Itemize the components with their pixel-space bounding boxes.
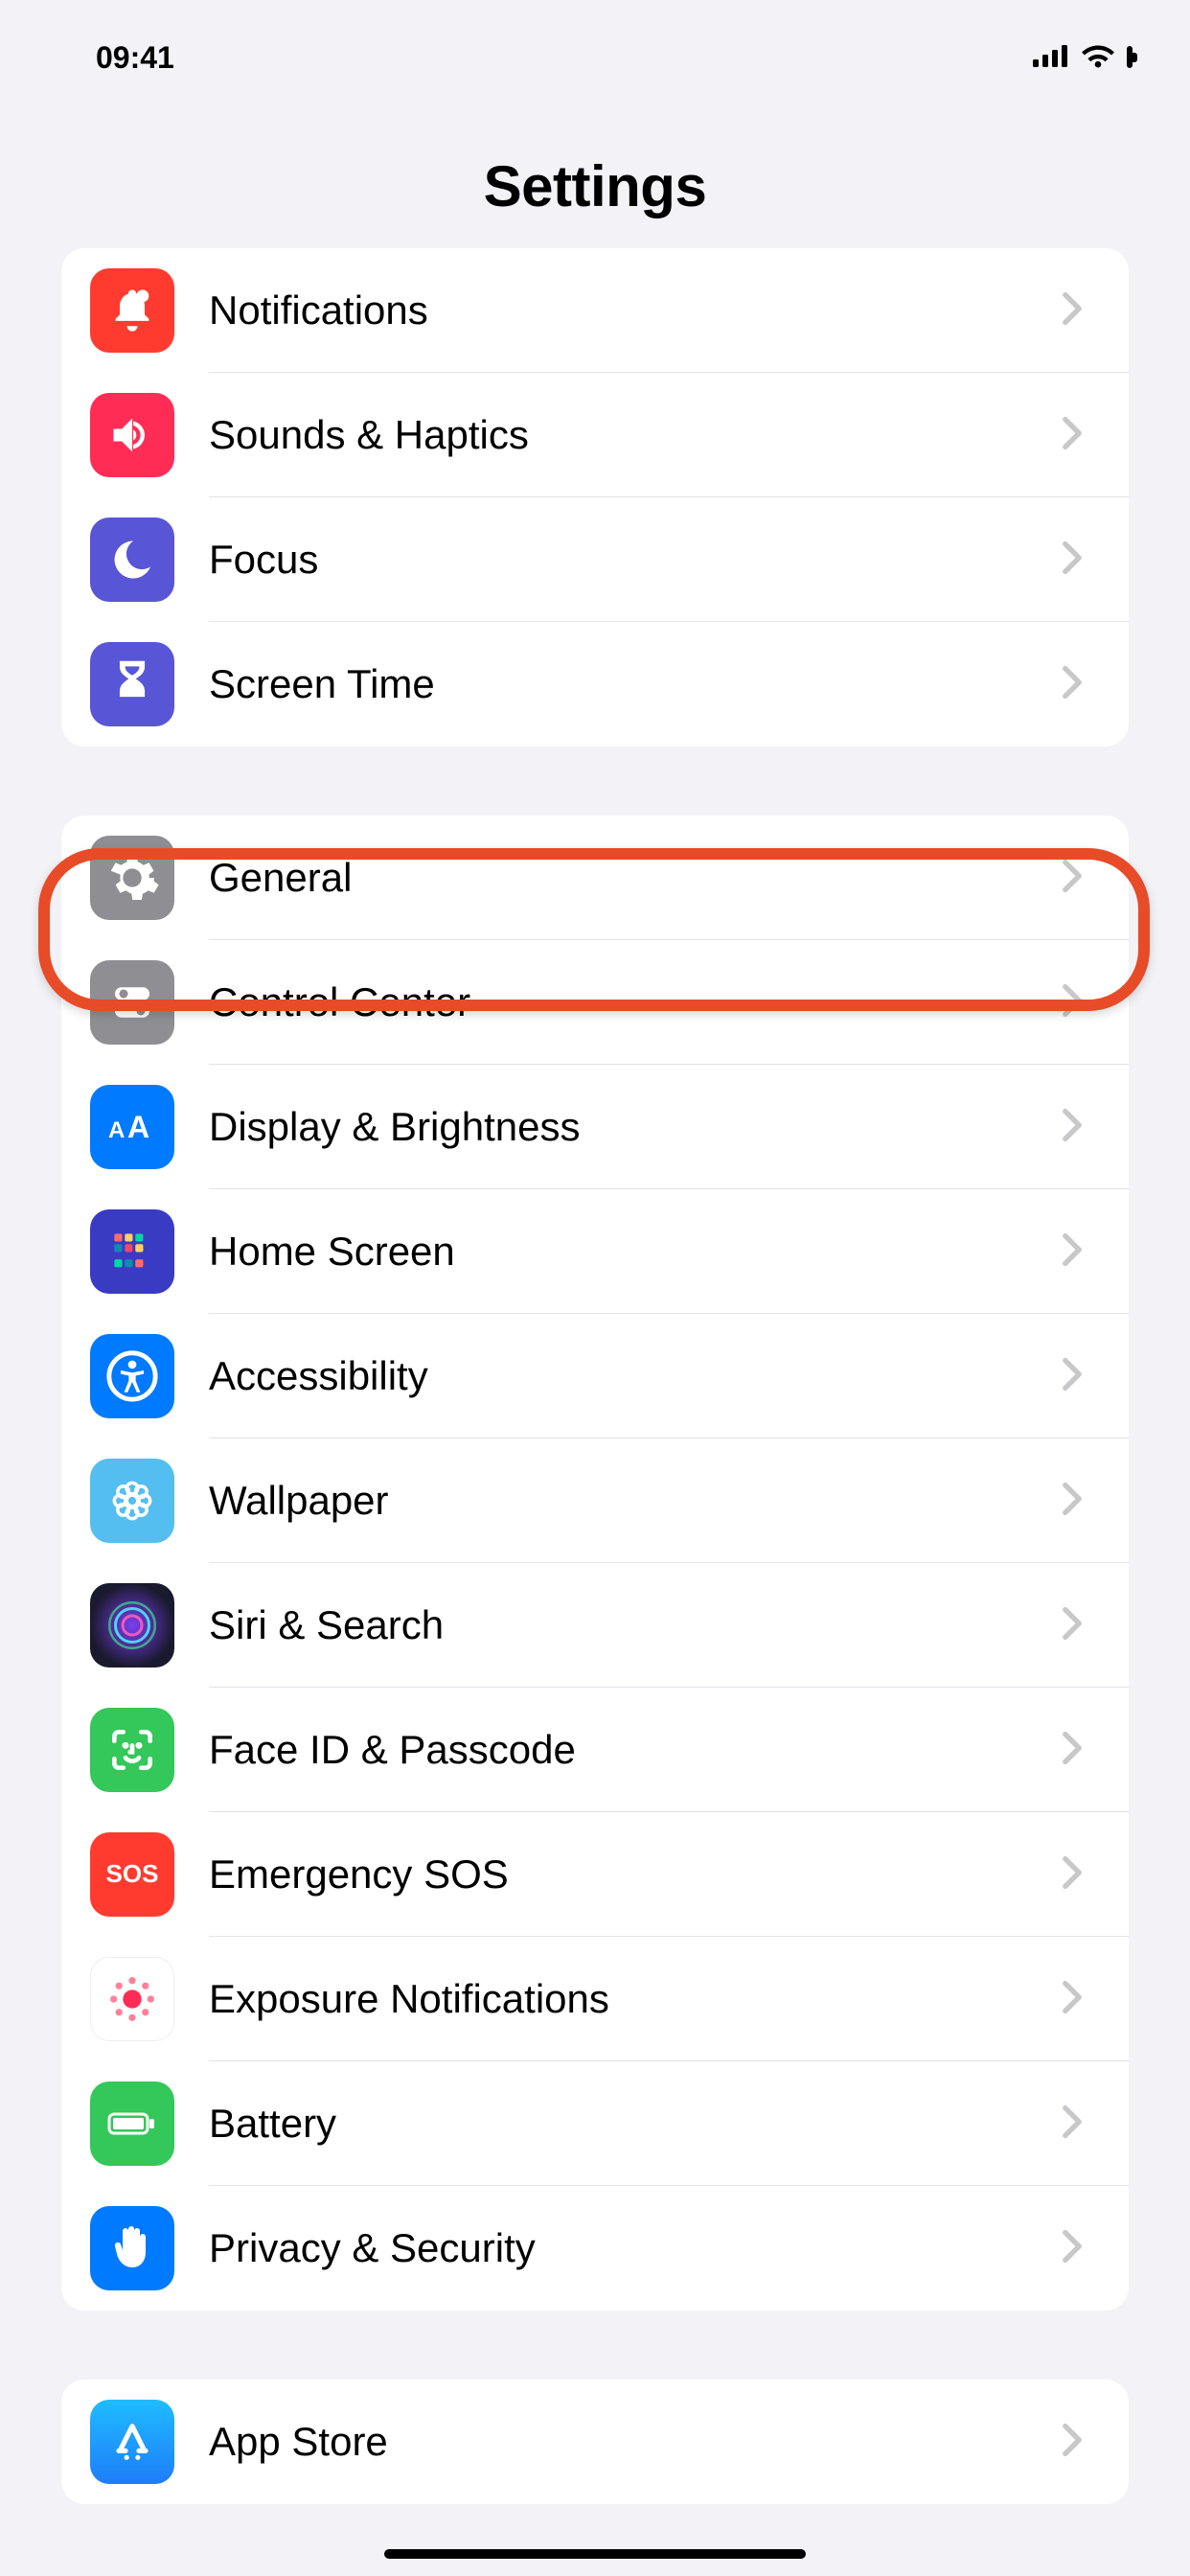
svg-text:SOS: SOS xyxy=(106,1859,159,1888)
row-homescreen-label: Home Screen xyxy=(209,1229,1062,1275)
chevron-right-icon xyxy=(1062,1108,1100,1146)
row-privacy[interactable]: Privacy & Security xyxy=(61,2186,1129,2311)
chevron-right-icon xyxy=(1062,540,1100,579)
toggles-icon xyxy=(90,960,174,1045)
gear-icon xyxy=(90,836,174,920)
row-general-label: General xyxy=(209,855,1062,901)
row-wallpaper[interactable]: Wallpaper xyxy=(61,1438,1129,1563)
settings-group-notifications: Notifications Sounds & Haptics Focus Scr… xyxy=(61,248,1129,747)
bell-icon xyxy=(90,268,174,353)
row-wallpaper-label: Wallpaper xyxy=(209,1478,1062,1524)
row-exposure-label: Exposure Notifications xyxy=(209,1976,1062,2022)
chevron-right-icon xyxy=(1062,665,1100,703)
wifi-icon xyxy=(1081,43,1115,73)
row-screentime-label: Screen Time xyxy=(209,661,1062,707)
row-faceid-label: Face ID & Passcode xyxy=(209,1727,1062,1773)
row-battery-label: Battery xyxy=(209,2101,1062,2147)
row-screentime[interactable]: Screen Time xyxy=(61,622,1129,747)
row-exposure[interactable]: Exposure Notifications xyxy=(61,1937,1129,2061)
row-siri-label: Siri & Search xyxy=(209,1602,1062,1648)
flower-icon xyxy=(90,1459,174,1543)
chevron-right-icon xyxy=(1062,1482,1100,1520)
row-controlcenter-label: Control Center xyxy=(209,979,1062,1025)
exposure-icon xyxy=(90,1957,174,2041)
status-bar: 09:41 xyxy=(0,0,1190,115)
chevron-right-icon xyxy=(1062,2423,1100,2461)
hand-icon xyxy=(90,2206,174,2290)
chevron-right-icon xyxy=(1062,291,1100,330)
aa-icon: AA xyxy=(90,1085,174,1169)
chevron-right-icon xyxy=(1062,2104,1100,2143)
row-notifications[interactable]: Notifications xyxy=(61,248,1129,373)
row-sos-label: Emergency SOS xyxy=(209,1852,1062,1898)
chevron-right-icon xyxy=(1062,859,1100,897)
grid-icon xyxy=(90,1209,174,1294)
row-battery[interactable]: Battery xyxy=(61,2061,1129,2186)
chevron-right-icon xyxy=(1062,2229,1100,2267)
chevron-right-icon xyxy=(1062,1606,1100,1644)
siri-icon xyxy=(90,1583,174,1668)
status-indicators xyxy=(1033,43,1133,73)
row-general[interactable]: General xyxy=(61,816,1129,940)
row-notifications-label: Notifications xyxy=(209,288,1062,334)
row-sounds-label: Sounds & Haptics xyxy=(209,412,1062,458)
battery-icon xyxy=(1127,49,1133,66)
sos-icon: SOS xyxy=(90,1832,174,1917)
settings-group-appstore: App Store xyxy=(61,2380,1129,2504)
home-indicator[interactable] xyxy=(384,2549,806,2559)
row-siri[interactable]: Siri & Search xyxy=(61,1563,1129,1688)
page-header: Settings xyxy=(0,115,1190,248)
row-privacy-label: Privacy & Security xyxy=(209,2225,1062,2271)
settings-group-general: General Control Center AA Display & Brig… xyxy=(61,816,1129,2311)
page-title: Settings xyxy=(0,153,1190,219)
row-accessibility-label: Accessibility xyxy=(209,1353,1062,1399)
chevron-right-icon xyxy=(1062,1731,1100,1769)
row-appstore[interactable]: App Store xyxy=(61,2380,1129,2504)
chevron-right-icon xyxy=(1062,1357,1100,1395)
row-appstore-label: App Store xyxy=(209,2419,1062,2465)
chevron-right-icon xyxy=(1062,1232,1100,1271)
hourglass-icon xyxy=(90,642,174,726)
settings-list[interactable]: Notifications Sounds & Haptics Focus Scr… xyxy=(0,248,1190,2504)
chevron-right-icon xyxy=(1062,1980,1100,2018)
appstore-icon xyxy=(90,2400,174,2484)
row-sounds[interactable]: Sounds & Haptics xyxy=(61,373,1129,497)
row-display-label: Display & Brightness xyxy=(209,1104,1062,1150)
row-controlcenter[interactable]: Control Center xyxy=(61,940,1129,1065)
row-focus[interactable]: Focus xyxy=(61,497,1129,622)
cellular-icon xyxy=(1033,44,1069,72)
row-display[interactable]: AA Display & Brightness xyxy=(61,1065,1129,1189)
row-sos[interactable]: SOS Emergency SOS xyxy=(61,1812,1129,1937)
chevron-right-icon xyxy=(1062,1855,1100,1894)
chevron-right-icon xyxy=(1062,416,1100,454)
row-homescreen[interactable]: Home Screen xyxy=(61,1189,1129,1314)
svg-text:A: A xyxy=(127,1110,149,1144)
row-accessibility[interactable]: Accessibility xyxy=(61,1314,1129,1438)
battery-icon xyxy=(90,2082,174,2166)
moon-icon xyxy=(90,518,174,602)
status-time: 09:41 xyxy=(96,40,174,76)
chevron-right-icon xyxy=(1062,983,1100,1022)
faceid-icon xyxy=(90,1708,174,1792)
svg-text:A: A xyxy=(108,1117,125,1143)
speaker-icon xyxy=(90,393,174,477)
row-faceid[interactable]: Face ID & Passcode xyxy=(61,1688,1129,1812)
accessibility-icon xyxy=(90,1334,174,1418)
row-focus-label: Focus xyxy=(209,537,1062,583)
